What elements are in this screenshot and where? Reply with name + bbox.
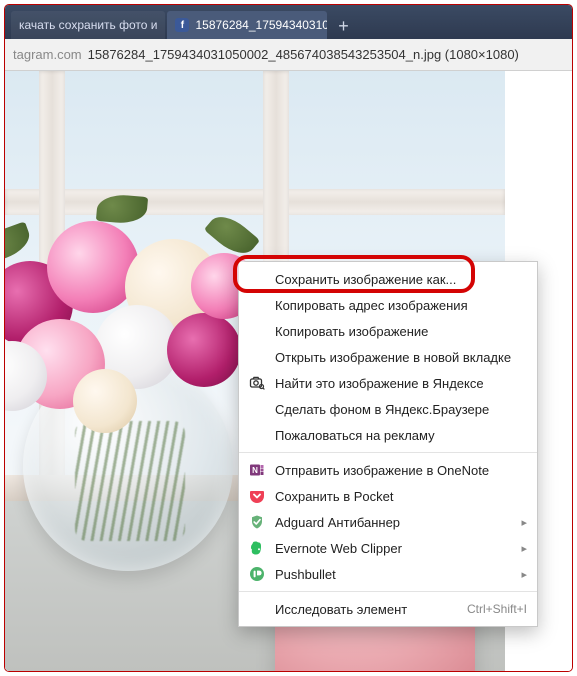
- ctx-report-ad[interactable]: Пожаловаться на рекламу: [239, 422, 537, 448]
- adguard-icon: [247, 512, 267, 532]
- blank-icon: [247, 399, 267, 419]
- onenote-icon: N: [247, 460, 267, 480]
- blank-icon: [247, 599, 267, 619]
- address-path: 15876284_1759434031050002_48567403854325…: [88, 47, 519, 62]
- svg-text:N: N: [252, 466, 258, 475]
- submenu-arrow-icon: ▸: [521, 542, 527, 555]
- camera-search-icon: [247, 373, 267, 393]
- ctx-send-onenote[interactable]: N Отправить изображение в OneNote: [239, 457, 537, 483]
- ctx-adguard[interactable]: Adguard Антибаннер ▸: [239, 509, 537, 535]
- ctx-inspect-element[interactable]: Исследовать элемент Ctrl+Shift+I: [239, 596, 537, 622]
- tab-title: 15876284_175943403105: [195, 18, 327, 32]
- tab-inactive[interactable]: качать сохранить фото и: [11, 11, 165, 39]
- ctx-evernote[interactable]: Evernote Web Clipper ▸: [239, 535, 537, 561]
- separator: [239, 452, 537, 453]
- blank-icon: [247, 269, 267, 289]
- facebook-icon: f: [175, 18, 189, 32]
- context-menu: Сохранить изображение как... Копировать …: [238, 261, 538, 627]
- ctx-set-background[interactable]: Сделать фоном в Яндекс.Браузере: [239, 396, 537, 422]
- pocket-icon: [247, 486, 267, 506]
- submenu-arrow-icon: ▸: [521, 568, 527, 581]
- ctx-pushbullet[interactable]: Pushbullet ▸: [239, 561, 537, 587]
- page-content: Сохранить изображение как... Копировать …: [5, 71, 572, 671]
- app-frame: качать сохранить фото и f 15876284_17594…: [4, 4, 573, 672]
- blank-icon: [247, 347, 267, 367]
- pushbullet-icon: [247, 564, 267, 584]
- new-tab-button[interactable]: +: [329, 13, 357, 39]
- evernote-icon: [247, 538, 267, 558]
- ctx-save-image-as[interactable]: Сохранить изображение как...: [239, 266, 537, 292]
- tab-active[interactable]: f 15876284_175943403105 ×: [167, 11, 327, 39]
- address-host: tagram.com: [13, 47, 82, 62]
- ctx-open-new-tab[interactable]: Открыть изображение в новой вкладке: [239, 344, 537, 370]
- ctx-copy-image-address[interactable]: Копировать адрес изображения: [239, 292, 537, 318]
- blank-icon: [247, 321, 267, 341]
- address-bar[interactable]: tagram.com 15876284_1759434031050002_485…: [5, 39, 572, 71]
- shortcut-label: Ctrl+Shift+I: [467, 602, 527, 616]
- ctx-copy-image[interactable]: Копировать изображение: [239, 318, 537, 344]
- ctx-find-yandex[interactable]: Найти это изображение в Яндексе: [239, 370, 537, 396]
- submenu-arrow-icon: ▸: [521, 516, 527, 529]
- tab-strip: качать сохранить фото и f 15876284_17594…: [5, 5, 572, 39]
- ctx-save-pocket[interactable]: Сохранить в Pocket: [239, 483, 537, 509]
- tab-title: качать сохранить фото и: [19, 18, 157, 32]
- blank-icon: [247, 295, 267, 315]
- blank-icon: [247, 425, 267, 445]
- separator: [239, 591, 537, 592]
